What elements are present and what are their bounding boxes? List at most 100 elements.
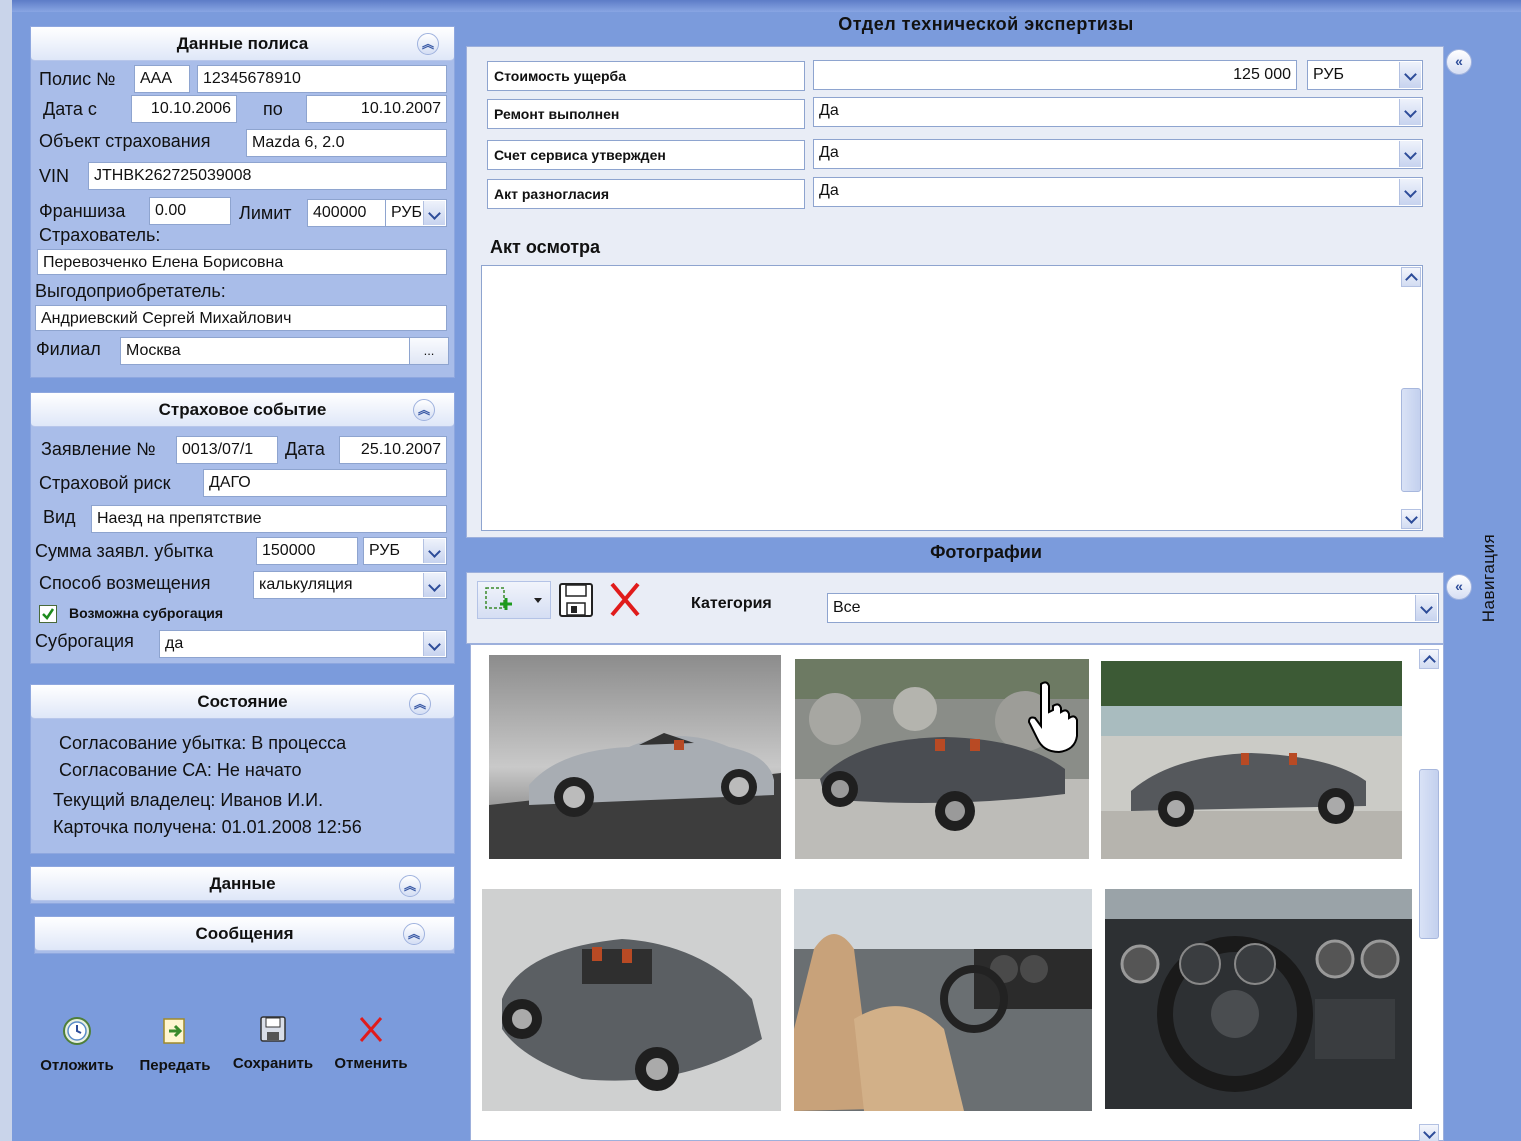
chevron-down-icon[interactable] — [423, 539, 445, 563]
transfer-button[interactable]: Передать — [130, 1015, 220, 1074]
save-photo-button[interactable] — [557, 581, 595, 619]
messages-section-header[interactable]: Сообщения — [35, 917, 454, 951]
save-button[interactable]: Сохранить — [228, 1013, 318, 1072]
chevron-down-icon[interactable] — [423, 573, 445, 597]
transfer-label: Передать — [139, 1057, 211, 1074]
data-section-header[interactable]: Данные — [31, 867, 454, 901]
chevron-down-icon[interactable] — [1415, 595, 1437, 621]
messages-section: Сообщения ︽ — [34, 916, 455, 954]
policy-number-field[interactable]: 12345678910 — [197, 65, 447, 93]
kind-field[interactable]: Наезд на препятствие — [91, 505, 447, 533]
car-photo-thumbnail[interactable] — [1101, 661, 1402, 859]
scrollbar-thumb[interactable] — [1401, 388, 1421, 492]
save-label: Сохранить — [232, 1055, 314, 1072]
data-section: Данные ︽ — [30, 866, 455, 904]
collapse-chevrons-icon[interactable]: ︽ — [409, 693, 431, 715]
postpone-button[interactable]: Отложить — [32, 1015, 122, 1074]
car-photo-thumbnail[interactable] — [489, 655, 781, 859]
invoice-approved-label: Счет сервиса утвержден — [487, 140, 805, 170]
navigation-tab[interactable]: Навигация — [1474, 520, 1504, 640]
state-section-header[interactable]: Состояние — [31, 685, 454, 719]
car-photo-thumbnail[interactable] — [794, 889, 1092, 1111]
category-select[interactable]: Все — [827, 593, 1439, 623]
date-from-field[interactable]: 10.10.2006 — [131, 95, 237, 123]
damage-cost-label: Стоимость ущерба — [487, 61, 805, 91]
policy-series-field[interactable]: AAA — [134, 65, 190, 93]
claim-no-field[interactable]: 0013/07/1 — [176, 436, 278, 464]
beneficiary-field[interactable]: Андриевский Сергей Михайлович — [35, 305, 447, 331]
branch-field[interactable]: Москва — [120, 337, 410, 365]
collapse-chevrons-icon[interactable]: ︽ — [399, 875, 421, 897]
chevron-down-icon[interactable] — [1399, 99, 1421, 125]
window-left-edge — [0, 0, 12, 1141]
chevron-down-icon[interactable] — [1399, 62, 1421, 88]
category-label: Категория — [691, 595, 772, 612]
red-x-icon — [355, 1013, 387, 1045]
event-section-title: Страховое событие — [158, 400, 327, 419]
invoice-approved-select[interactable]: Да — [813, 139, 1423, 169]
scroll-down-arrow[interactable] — [1419, 1124, 1439, 1141]
collapse-chevrons-icon[interactable]: ︽ — [417, 33, 439, 55]
chevron-down-icon[interactable] — [1399, 141, 1421, 167]
subrogation-label: Суброгация — [35, 631, 134, 651]
subrogation-possible-checkbox[interactable] — [39, 605, 57, 623]
state-line-sa-approval: Согласование СА: Не начато — [59, 760, 302, 780]
collapse-chevrons-icon[interactable]: ︽ — [403, 923, 425, 945]
insurer-field[interactable]: Перевозченко Елена Борисовна — [37, 249, 447, 275]
limit-currency-select[interactable]: РУБ — [385, 199, 447, 227]
repair-done-select[interactable]: Да — [813, 97, 1423, 127]
claim-date-field[interactable]: 25.10.2007 — [339, 436, 447, 464]
delete-photo-button[interactable] — [605, 579, 645, 619]
vin-field[interactable]: JTHBK262725039008 — [88, 162, 447, 190]
disagreement-select[interactable]: Да — [813, 177, 1423, 207]
cancel-button[interactable]: Отменить — [326, 1013, 416, 1072]
scroll-up-arrow[interactable] — [1419, 649, 1439, 669]
subrogation-select[interactable]: да — [159, 630, 447, 658]
compensation-select[interactable]: калькуляция — [253, 571, 447, 599]
event-section-header[interactable]: Страховое событие — [31, 393, 454, 427]
chevron-down-icon[interactable] — [423, 632, 445, 656]
scroll-down-arrow[interactable] — [1401, 509, 1421, 529]
inspection-textarea[interactable] — [481, 265, 1423, 531]
scroll-up-arrow[interactable] — [1401, 267, 1421, 287]
floppy-disk-icon — [559, 583, 593, 617]
policy-section-header[interactable]: Данные полиса — [31, 27, 454, 61]
state-line-owner: Текущий владелец: Иванов И.И. — [53, 790, 324, 810]
damage-currency-value: РУБ — [1313, 66, 1344, 83]
beneficiary-label: Выгодоприобретатель: — [35, 281, 226, 301]
disagreement-label: Акт разногласия — [487, 179, 805, 209]
car-photo-thumbnail[interactable] — [1105, 889, 1412, 1109]
franchise-label: Франшиза — [39, 201, 126, 221]
event-section: Страховое событие ︽ Заявление № 0013/07/… — [30, 392, 455, 664]
disagreement-value: Да — [819, 182, 839, 199]
collapse-chevrons-icon[interactable]: ︽ — [413, 399, 435, 421]
branch-label: Филиал — [36, 339, 101, 359]
car-photo-thumbnail[interactable] — [482, 889, 781, 1111]
amount-currency-select[interactable]: РУБ — [363, 537, 447, 565]
object-field[interactable]: Mazda 6, 2.0 — [246, 129, 447, 157]
chevron-down-icon[interactable] — [1399, 179, 1421, 205]
add-image-icon — [485, 587, 542, 610]
collapse-photos-icon[interactable]: « — [1446, 574, 1472, 600]
amount-field[interactable]: 150000 — [256, 537, 358, 565]
photos-title: Фотографии — [930, 542, 1042, 562]
kind-label: Вид — [43, 507, 76, 527]
risk-field[interactable]: ДАГО — [203, 469, 447, 497]
state-line-received: Карточка получена: 01.01.2008 12:56 — [53, 817, 362, 837]
date-to-field[interactable]: 10.10.2007 — [306, 95, 447, 123]
limit-field[interactable]: 400000 — [307, 199, 387, 227]
add-photo-button[interactable] — [477, 581, 551, 619]
state-section-title: Состояние — [197, 692, 288, 711]
scrollbar-thumb[interactable] — [1419, 769, 1439, 939]
damage-currency-select[interactable]: РУБ — [1307, 60, 1423, 90]
subrogation-value: да — [165, 635, 184, 652]
amount-currency-value: РУБ — [369, 542, 400, 559]
insurer-label: Страхователь: — [39, 225, 161, 245]
branch-browse-button[interactable]: ... — [409, 337, 449, 365]
compensation-value: калькуляция — [259, 576, 353, 593]
franchise-field[interactable]: 0.00 — [149, 197, 231, 225]
collapse-expertise-icon[interactable]: « — [1446, 49, 1472, 75]
chevron-down-icon[interactable] — [423, 201, 445, 225]
damage-cost-field[interactable]: 125 000 — [813, 60, 1297, 90]
cancel-label: Отменить — [334, 1055, 408, 1072]
